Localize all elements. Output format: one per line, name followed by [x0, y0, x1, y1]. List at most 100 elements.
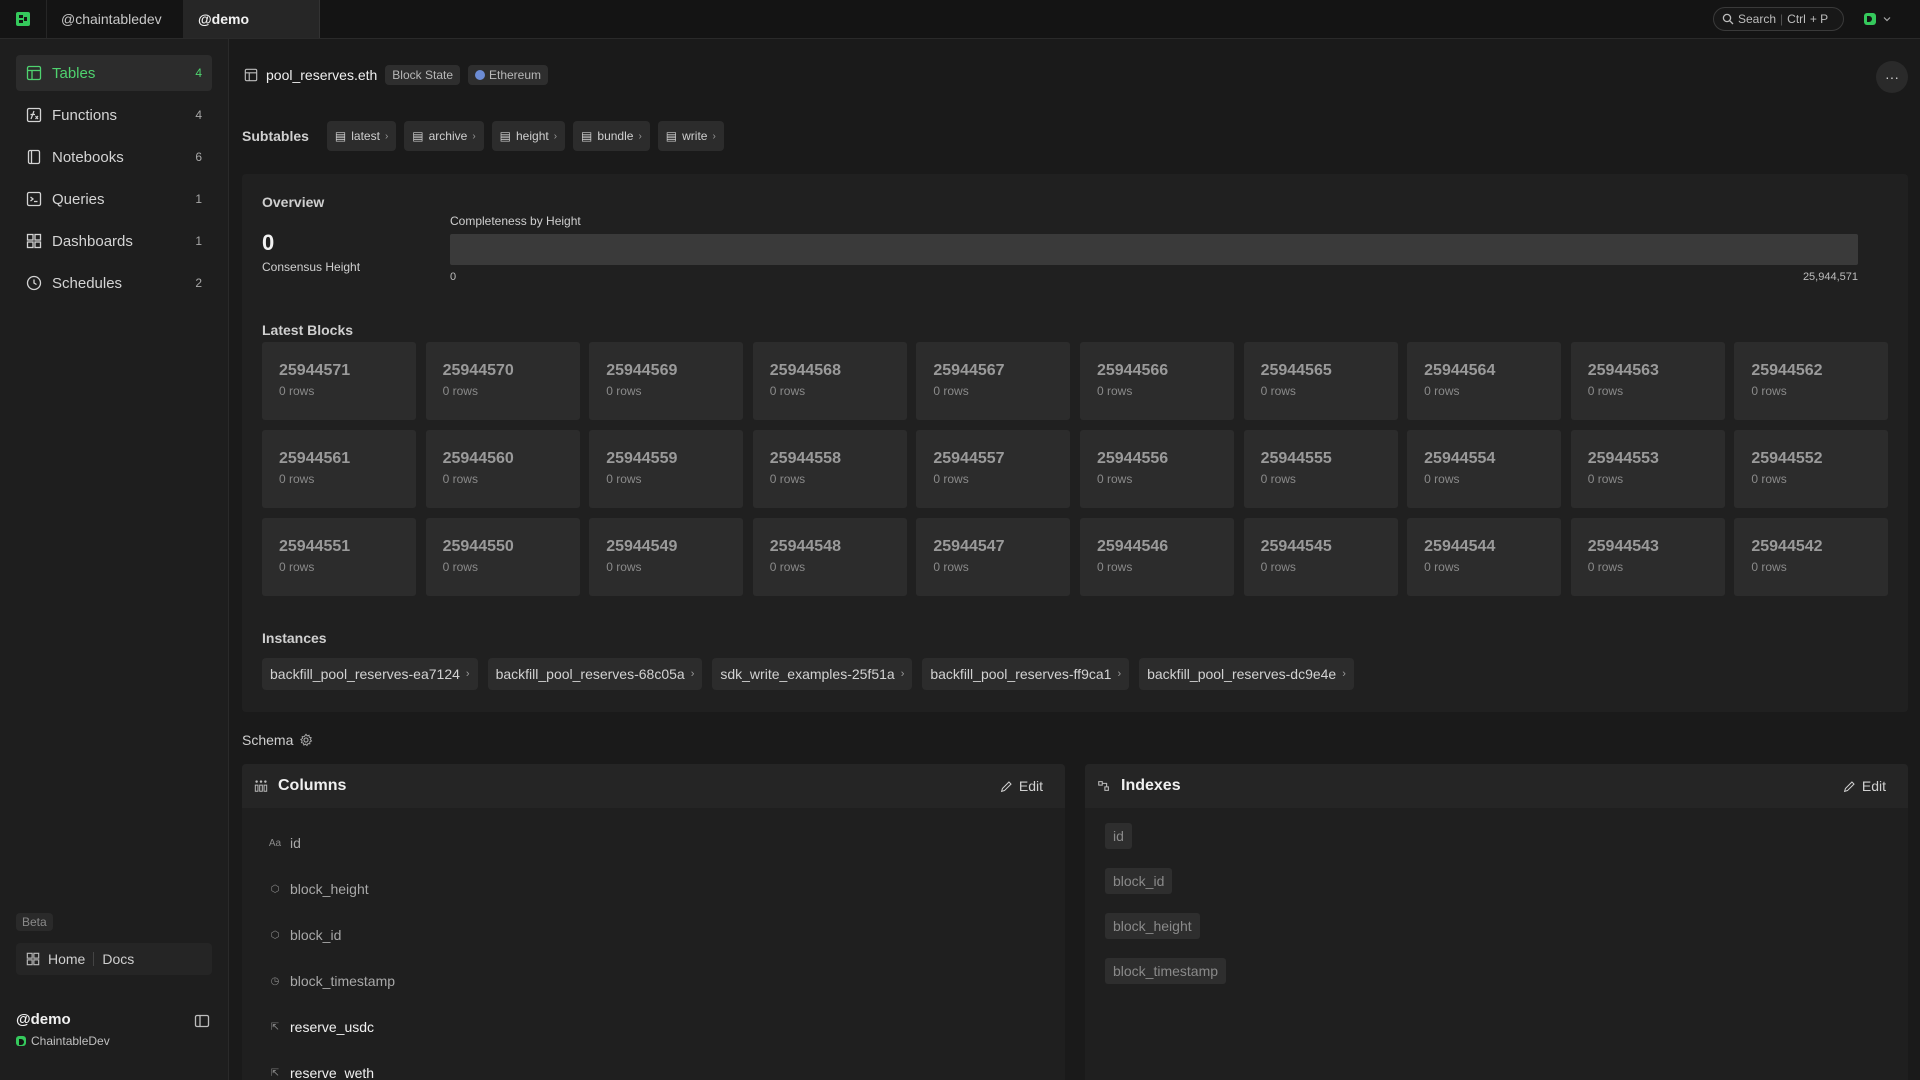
block-card[interactable]: 25944566 0 rows [1079, 342, 1234, 420]
column-row[interactable]: ◷ block_timestamp [268, 958, 1065, 1004]
docs-link[interactable]: Docs [102, 951, 134, 967]
block-card[interactable]: 25944569 0 rows [589, 342, 744, 420]
block-card[interactable]: 25944558 0 rows [752, 430, 907, 508]
sidebar-item-label: Functions [52, 106, 118, 124]
decimal-type-icon: ⇱ [270, 1021, 280, 1033]
index-tag[interactable]: block_timestamp [1105, 958, 1227, 984]
subtable-chip-write[interactable]: ▤ write › [657, 121, 724, 151]
block-row-count: 0 rows [1260, 384, 1296, 398]
sidebar-item-dashboards[interactable]: Dashboards 1 [16, 223, 212, 259]
sidebar-item-schedules[interactable]: Schedules 2 [16, 265, 212, 301]
main-content: pool_reserves.eth Block State Ethereum ·… [230, 39, 1920, 1080]
subtable-chip-label: height [516, 129, 549, 143]
column-row[interactable]: ⇱ reserve_weth [268, 1050, 1065, 1080]
column-row[interactable]: Aa id [268, 820, 1065, 866]
index-tag[interactable]: id [1105, 823, 1132, 849]
block-card[interactable]: 25944547 0 rows [916, 518, 1071, 596]
table-icon: ▤ [334, 129, 347, 143]
sidebar-item-tables[interactable]: Tables 4 [16, 55, 212, 91]
number-type-icon: ⬡ [270, 929, 280, 941]
block-row-count: 0 rows [1587, 560, 1624, 574]
block-card[interactable]: 25944546 0 rows [1079, 518, 1234, 596]
block-card[interactable]: 25944568 0 rows [752, 342, 907, 420]
home-link[interactable]: Home [48, 951, 85, 967]
chevron-right-icon: › [472, 130, 476, 142]
edit-indexes-button[interactable]: Edit [1843, 778, 1886, 794]
block-card[interactable]: 25944542 0 rows [1734, 518, 1889, 596]
top-bar-spacer [320, 0, 1713, 38]
block-card[interactable]: 25944549 0 rows [589, 518, 744, 596]
instance-chip[interactable]: backfill_pool_reserves-ea7124 › [262, 658, 478, 690]
workspace-tab-demo[interactable]: @demo [183, 0, 320, 38]
org-avatar-icon [16, 1036, 26, 1046]
column-row[interactable]: ⬡ block_height [268, 866, 1065, 912]
block-card[interactable]: 25944562 0 rows [1734, 342, 1889, 420]
block-card[interactable]: 25944552 0 rows [1734, 430, 1889, 508]
notebook-icon [27, 149, 41, 165]
block-card[interactable]: 25944554 0 rows [1407, 430, 1562, 508]
chevron-right-icon: › [1342, 668, 1346, 680]
block-card[interactable]: 25944565 0 rows [1243, 342, 1398, 420]
block-number: 25944567 [933, 362, 1005, 379]
column-row[interactable]: ⇱ reserve_usdc [268, 1004, 1065, 1050]
subtable-chip-bundle[interactable]: ▤ bundle › [573, 121, 650, 151]
more-options-button[interactable]: ··· [1876, 61, 1908, 93]
block-card[interactable]: 25944561 0 rows [262, 430, 416, 508]
subtable-chip-height[interactable]: ▤ height › [491, 121, 566, 151]
block-card[interactable]: 25944570 0 rows [425, 342, 580, 420]
block-card[interactable]: 25944556 0 rows [1079, 430, 1234, 508]
workspace-info[interactable]: @demo ChaintableDev [16, 1011, 110, 1048]
block-card[interactable]: 25944553 0 rows [1570, 430, 1725, 508]
subtable-chip-label: latest [351, 129, 380, 143]
sidebar-item-functions[interactable]: Functions 4 [16, 97, 212, 133]
instance-chip[interactable]: backfill_pool_reserves-dc9e4e › [1139, 658, 1354, 690]
block-card[interactable]: 25944557 0 rows [916, 430, 1071, 508]
block-card[interactable]: 25944571 0 rows [262, 342, 416, 420]
index-tag[interactable]: block_id [1105, 868, 1173, 894]
number-type-icon: ⬡ [270, 883, 280, 895]
block-card[interactable]: 25944563 0 rows [1570, 342, 1725, 420]
block-card[interactable]: 25944567 0 rows [916, 342, 1071, 420]
block-card[interactable]: 25944544 0 rows [1407, 518, 1562, 596]
block-card[interactable]: 25944543 0 rows [1570, 518, 1725, 596]
instance-chip[interactable]: backfill_pool_reserves-ff9ca1 › [922, 658, 1130, 690]
column-row[interactable]: ⬡ block_id [268, 912, 1065, 958]
ethereum-icon [475, 70, 485, 80]
index-tag[interactable]: block_height [1105, 913, 1200, 939]
search-button[interactable]: Search | Ctrl + P [1713, 7, 1844, 31]
overview-panel: Overview 0 Consensus Height Completeness… [242, 174, 1908, 712]
block-row-count: 0 rows [1751, 560, 1787, 574]
instance-label: backfill_pool_reserves-68c05a [495, 666, 685, 682]
block-card[interactable]: 25944560 0 rows [425, 430, 580, 508]
block-card[interactable]: 25944548 0 rows [752, 518, 907, 596]
workspace-tab-chaintabledev[interactable]: @chaintabledev [46, 0, 183, 38]
block-number: 25944557 [933, 450, 1005, 467]
block-card[interactable]: 25944551 0 rows [262, 518, 416, 596]
pencil-icon [1000, 780, 1012, 792]
completeness-bar[interactable] [450, 234, 1858, 265]
sidebar-collapse-icon[interactable] [194, 1013, 210, 1029]
subtable-chip-latest[interactable]: ▤ latest › [326, 121, 397, 151]
decimal-type-icon: ⇱ [270, 1067, 280, 1079]
chevron-right-icon: › [553, 130, 558, 142]
columns-icon [254, 780, 268, 792]
user-menu[interactable] [1864, 13, 1892, 25]
subtable-chip-label: bundle [597, 129, 634, 143]
sidebar-item-label: Tables [52, 64, 96, 82]
subtable-chip-label: write [682, 129, 708, 143]
instance-chip[interactable]: backfill_pool_reserves-68c05a › [487, 658, 703, 690]
instance-label: backfill_pool_reserves-ea7124 [270, 666, 460, 682]
instance-chip[interactable]: sdk_write_examples-25f51a › [712, 658, 913, 690]
app-logo[interactable] [0, 0, 46, 38]
sidebar-item-queries[interactable]: Queries 1 [16, 181, 212, 217]
settings-icon[interactable] [299, 733, 313, 747]
block-card[interactable]: 25944550 0 rows [425, 518, 580, 596]
block-card[interactable]: 25944559 0 rows [589, 430, 744, 508]
beta-badge: Beta [16, 913, 53, 931]
block-card[interactable]: 25944564 0 rows [1407, 342, 1562, 420]
sidebar-item-notebooks[interactable]: Notebooks 6 [16, 139, 212, 175]
block-card[interactable]: 25944555 0 rows [1243, 430, 1398, 508]
edit-columns-button[interactable]: Edit [1000, 778, 1043, 794]
subtable-chip-archive[interactable]: ▤ archive › [404, 121, 484, 151]
block-card[interactable]: 25944545 0 rows [1243, 518, 1398, 596]
